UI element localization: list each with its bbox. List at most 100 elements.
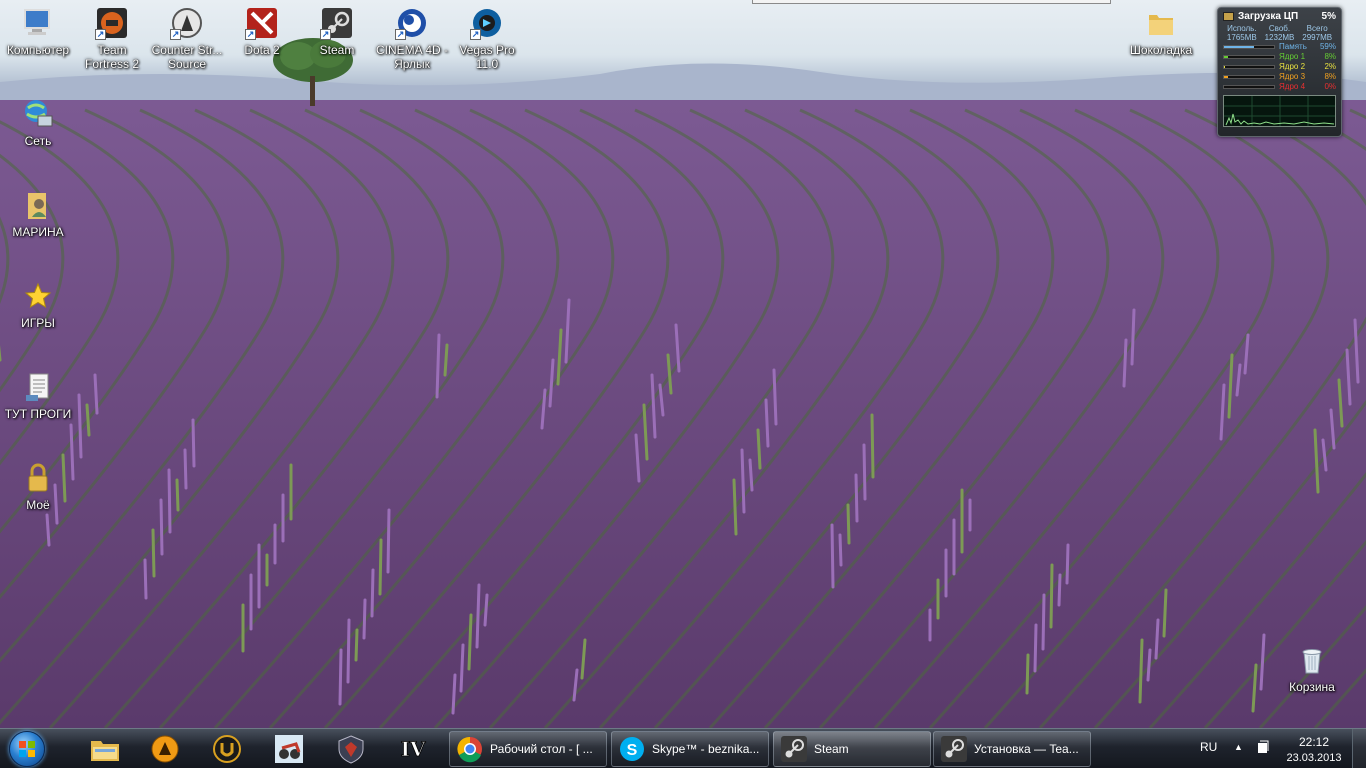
gadget-usage-bar xyxy=(1223,75,1275,79)
cpu-meter-gadget[interactable]: Загрузка ЦП 5% Исполь. Своб. Всего 1765M… xyxy=(1217,7,1342,137)
show-desktop-button[interactable] xyxy=(1352,729,1366,768)
windows-logo-icon xyxy=(9,731,45,767)
desktop-icon-marina[interactable]: МАРИНА xyxy=(0,188,76,239)
gadget-row: Ядро 4 0% xyxy=(1223,82,1336,92)
gadget-row-value: 2% xyxy=(1324,62,1336,71)
shield-game-icon xyxy=(338,735,364,764)
steam-icon: ↗ xyxy=(320,6,354,40)
desktop-icon-team-fortress[interactable]: ↗ Team Fortress 2 xyxy=(74,6,150,71)
explorer-icon xyxy=(91,741,119,761)
gadget-usage-bar xyxy=(1223,65,1275,69)
document-icon xyxy=(21,370,55,404)
clock[interactable]: 22:12 23.03.2013 xyxy=(1284,734,1344,766)
dota2-icon: ↗ xyxy=(245,6,279,40)
steam-icon xyxy=(940,735,968,763)
recycle-bin-icon xyxy=(1295,643,1329,677)
gadget-row-value: 0% xyxy=(1324,82,1336,91)
game-icon xyxy=(275,735,303,763)
show-hidden-icons-button[interactable]: ▲ xyxy=(1234,742,1243,752)
stat-header-free: Своб. xyxy=(1268,24,1291,33)
gta-iv-icon: IV xyxy=(400,737,426,762)
gadget-row-value: 59% xyxy=(1319,42,1336,51)
desktop-icon-counter-strike[interactable]: ↗ Counter Str... Source xyxy=(149,6,225,71)
aimp-icon xyxy=(151,735,179,763)
desktop-icon-programs[interactable]: ТУТ ПРОГИ xyxy=(0,370,76,421)
window-top-edge[interactable] xyxy=(752,0,1111,4)
chrome-icon xyxy=(456,735,484,763)
pinned-aimp[interactable] xyxy=(137,731,193,767)
cinema4d-icon: ↗ xyxy=(395,6,429,40)
stat-value-used: 1765MB xyxy=(1226,33,1257,42)
cpu-chip-icon xyxy=(1223,12,1234,21)
gadget-row-name: Ядро 1 xyxy=(1279,52,1306,61)
action-center-icon[interactable] xyxy=(1256,739,1270,758)
taskbar-item-label: Рабочий стол - [ ... xyxy=(490,742,593,756)
gadget-row-name: Память xyxy=(1279,42,1307,51)
pinned-gta-iv[interactable]: IV xyxy=(385,731,441,767)
shortcut-arrow-icon: ↗ xyxy=(395,29,406,40)
pinned-shield-game[interactable] xyxy=(323,731,379,767)
desktop-icon-dota2[interactable]: ↗ Dota 2 xyxy=(224,6,300,57)
gadget-row-name: Ядро 4 xyxy=(1279,82,1306,91)
stat-header-used: Исполь. xyxy=(1227,24,1257,33)
stat-header-total: Всего xyxy=(1306,24,1328,33)
shortcut-arrow-icon: ↗ xyxy=(245,29,256,40)
gadget-total-cpu: 5% xyxy=(1321,11,1336,22)
pinned-explorer[interactable] xyxy=(77,731,133,767)
taskbar-item-label: Skype™ - beznika... xyxy=(652,742,760,756)
gadget-row: Ядро 1 8% xyxy=(1223,52,1336,62)
pinned-game[interactable] xyxy=(261,731,317,767)
skype-icon: S xyxy=(618,735,646,763)
folder-icon xyxy=(1144,6,1178,40)
desktop-icon-games[interactable]: ИГРЫ xyxy=(0,279,76,330)
team-fortress-icon: ↗ xyxy=(95,6,129,40)
pinned-unreal[interactable] xyxy=(199,731,255,767)
language-indicator[interactable]: RU xyxy=(1200,740,1217,754)
desktop-icon-mine[interactable]: Моё xyxy=(0,461,76,512)
taskbar-item-skype[interactable]: S Skype™ - beznika... xyxy=(611,731,769,767)
gadget-row: Память 59% xyxy=(1223,42,1336,52)
gadget-row-value: 8% xyxy=(1324,52,1336,61)
gadget-row: Ядро 2 2% xyxy=(1223,62,1336,72)
gadget-usage-bar xyxy=(1223,85,1275,89)
desktop-icon-steam[interactable]: ↗ Steam xyxy=(299,6,375,57)
clock-date: 23.03.2013 xyxy=(1286,752,1342,764)
taskbar-item-label: Steam xyxy=(814,742,849,756)
gadget-usage-bar xyxy=(1223,45,1275,49)
svg-text:S: S xyxy=(627,742,638,759)
desktop-icon-chocolate-folder[interactable]: Шоколадка xyxy=(1123,6,1199,57)
shortcut-arrow-icon: ↗ xyxy=(95,29,106,40)
gadget-title-row: Загрузка ЦП 5% xyxy=(1223,11,1336,22)
gadget-row-name: Ядро 2 xyxy=(1279,62,1306,71)
shortcut-arrow-icon: ↗ xyxy=(470,29,481,40)
desktop-icon-computer[interactable]: Компьютер xyxy=(0,6,76,57)
taskbar-item-chrome[interactable]: Рабочий стол - [ ... xyxy=(449,731,607,767)
gadget-row-value: 8% xyxy=(1324,72,1336,81)
gadget-row-name: Ядро 3 xyxy=(1279,72,1306,81)
lavender-rows-graphic xyxy=(0,100,1366,728)
shortcut-arrow-icon: ↗ xyxy=(320,29,331,40)
cpu-history-graph xyxy=(1223,95,1336,127)
start-button[interactable] xyxy=(5,730,49,768)
stat-value-total: 2997MB xyxy=(1302,33,1333,42)
taskbar-item-steam[interactable]: Steam xyxy=(773,731,931,767)
lock-icon xyxy=(21,461,55,495)
counter-strike-icon: ↗ xyxy=(170,6,204,40)
stat-value-free: 1232MB xyxy=(1264,33,1295,42)
star-icon xyxy=(21,279,55,313)
taskbar-item-steam-install[interactable]: Установка — Tea... xyxy=(933,731,1091,767)
desktop-icon-recycle-bin[interactable]: Корзина xyxy=(1274,643,1350,694)
steam-icon xyxy=(780,735,808,763)
gadget-row: Ядро 3 8% xyxy=(1223,72,1336,82)
unreal-icon xyxy=(213,735,241,763)
gadget-memory-stats: Исполь. Своб. Всего 1765MB 1232MB 2997MB xyxy=(1223,24,1336,42)
desktop-icon-cinema4d[interactable]: ↗ CINEMA 4D - Ярлык xyxy=(374,6,450,71)
svg-text:IV: IV xyxy=(401,737,426,761)
taskbar-item-label: Установка — Tea... xyxy=(974,742,1079,756)
network-icon xyxy=(21,97,55,131)
computer-icon xyxy=(21,6,55,40)
vegas-pro-icon: ↗ xyxy=(470,6,504,40)
desktop-icon-vegas-pro[interactable]: ↗ Vegas Pro 11.0 xyxy=(449,6,525,71)
desktop-icon-network[interactable]: Сеть xyxy=(0,97,76,148)
clock-time: 22:12 xyxy=(1298,735,1330,749)
